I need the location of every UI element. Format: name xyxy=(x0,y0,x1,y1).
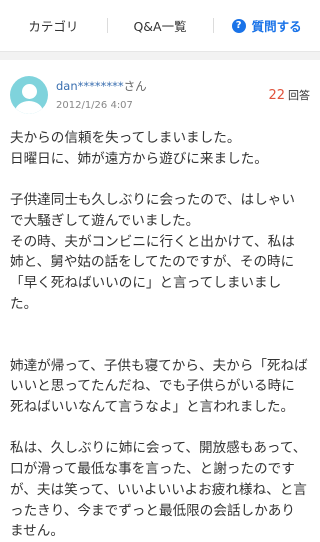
avatar[interactable] xyxy=(10,76,48,114)
body-blank-line xyxy=(10,314,308,335)
tab-qa-list-label: Q&A一覧 xyxy=(133,19,187,34)
body-blank-line xyxy=(10,335,308,356)
body-paragraph: 子供達同士も久しぶりに会ったので、はしゃいで大騒ぎして遊んでいました。 xyxy=(10,192,295,229)
username[interactable]: dan********さん xyxy=(56,78,147,94)
tab-category-label: カテゴリ xyxy=(28,19,79,34)
post-date: 2012/1/26 4:07 xyxy=(56,100,133,111)
question-post: dan********さん 2012/1/26 4:07 22 回答 夫からの信頼… xyxy=(0,60,320,542)
ask-question-label: 質問する xyxy=(251,19,302,34)
answer-count-label: 回答 xyxy=(288,89,310,102)
body-paragraph: 姉達が帰って、子供も寝てから、夫から「死ねばいいと思ってたんだね、でも子供らがい… xyxy=(10,357,308,416)
question-body: 夫からの信頼を失ってしまいました。 日曜日に、姉が遠方から遊びに来ました。 子供… xyxy=(10,128,310,542)
body-blank-line xyxy=(10,169,308,190)
answer-count: 22 xyxy=(268,88,285,103)
username-text: dan******** xyxy=(56,79,124,93)
user-info: dan********さん 2012/1/26 4:07 xyxy=(56,76,147,111)
body-paragraph: 私は、久しぶりに姉に会って、開放感もあって、口が滑って最低な事を言った、と謝った… xyxy=(10,440,307,540)
ask-question-button[interactable]: ? 質問する xyxy=(213,0,320,51)
body-blank-line xyxy=(10,418,308,439)
body-paragraph: 日曜日に、姉が遠方から遊びに来ました。 xyxy=(10,150,268,167)
avatar-body-shape xyxy=(15,101,43,114)
body-paragraph: 夫からの信頼を失ってしまいました。 xyxy=(10,130,241,146)
username-suffix: さん xyxy=(123,79,147,93)
answer-count-badge[interactable]: 22 回答 xyxy=(268,87,310,103)
body-paragraph: その時、夫がコンビニに行くと出かけて、私は姉と、舅や姑の話をしてたのですが、その… xyxy=(10,233,295,312)
tab-qa-list[interactable]: Q&A一覧 xyxy=(106,0,214,51)
question-icon: ? xyxy=(231,18,246,33)
avatar-head-shape xyxy=(21,84,37,99)
tab-category[interactable]: カテゴリ xyxy=(0,0,107,51)
post-header: dan********さん 2012/1/26 4:07 22 回答 xyxy=(10,76,310,128)
top-tab-bar: カテゴリ Q&A一覧 ? 質問する xyxy=(0,0,320,52)
section-divider xyxy=(0,52,320,60)
